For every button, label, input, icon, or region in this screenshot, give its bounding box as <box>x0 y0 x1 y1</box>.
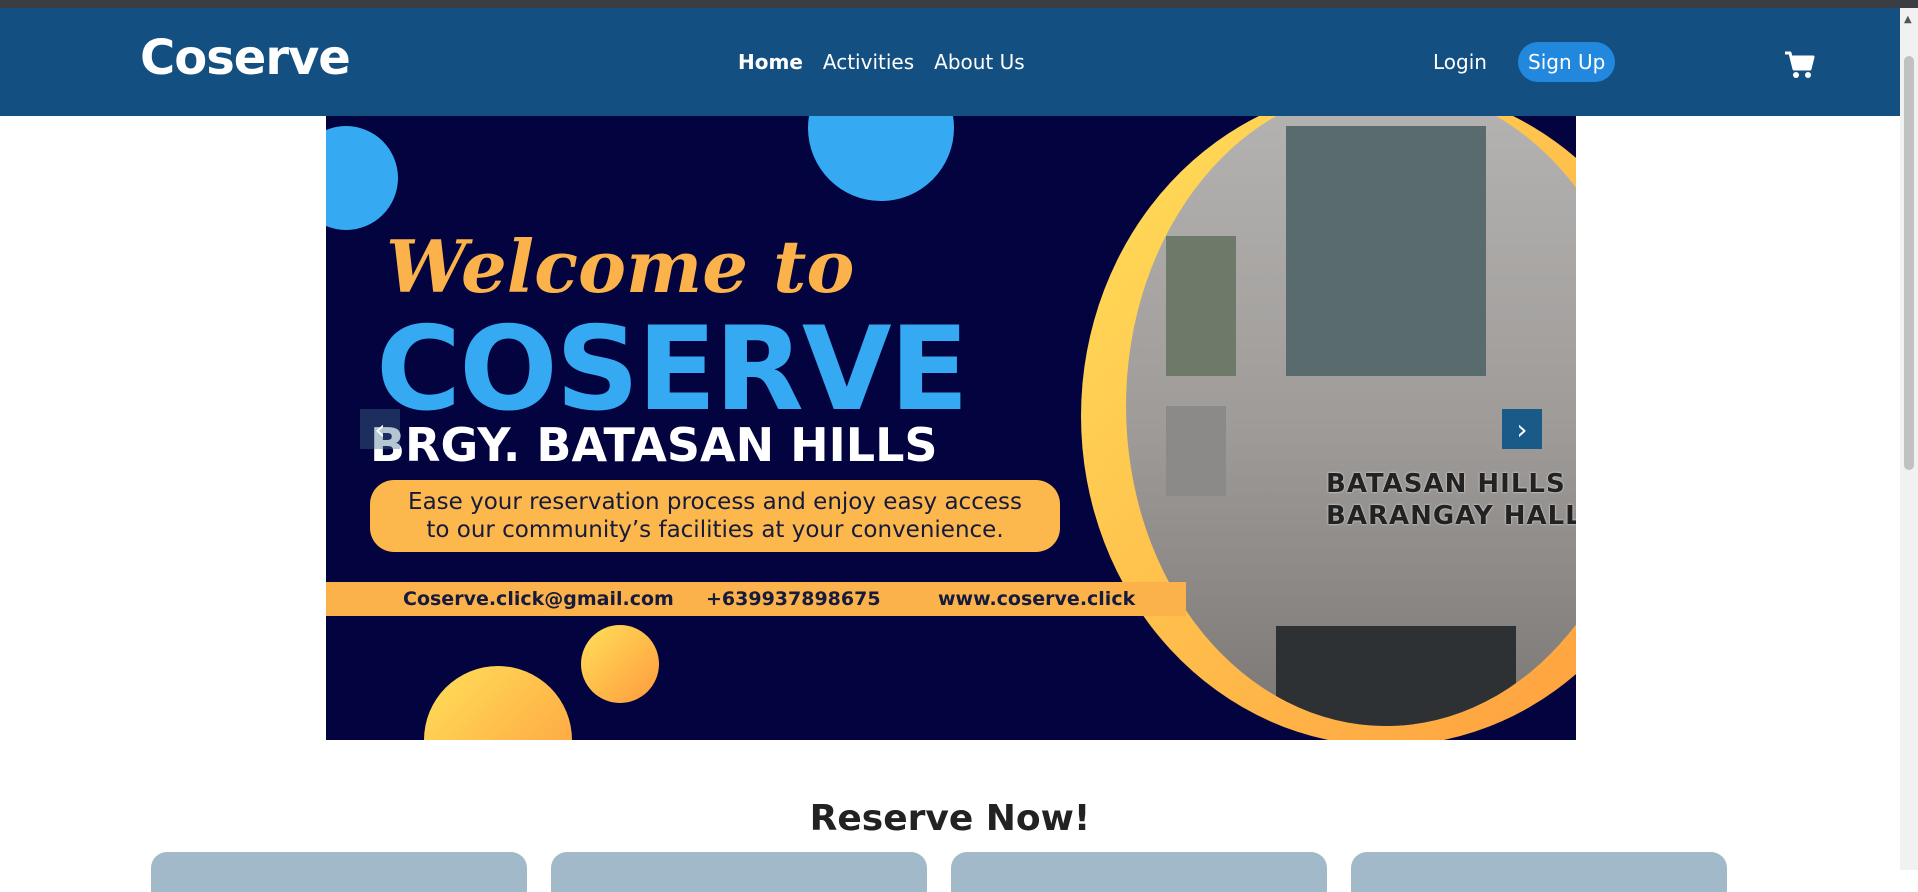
contact-website: www.coserve.click <box>938 588 1136 610</box>
hero-carousel: BATASAN HILLS BARANGAY HALL Welcome to C… <box>326 116 1576 740</box>
chevron-right-icon: › <box>1516 412 1528 446</box>
chevron-left-icon: ‹ <box>374 412 386 446</box>
contact-email: Coserve.click@gmail.com <box>403 588 674 610</box>
main-nav: Home Activities About Us <box>738 50 1025 74</box>
cart-icon[interactable] <box>1784 50 1816 80</box>
hero-title: COSERVE <box>376 302 969 437</box>
decor-circle <box>581 625 659 703</box>
browser-top-strip <box>0 0 1918 8</box>
tagline-line: to our community’s facilities at your co… <box>426 517 1004 543</box>
decor-circle <box>808 116 954 201</box>
tagline-line: Ease your reservation process and enjoy … <box>408 489 1022 515</box>
hero-tagline: Ease your reservation process and enjoy … <box>370 480 1060 552</box>
carousel-next-button[interactable]: › <box>1502 409 1542 449</box>
login-link[interactable]: Login <box>1433 50 1487 74</box>
contact-bar: Coserve.click@gmail.com +639937898675 ww… <box>326 582 1186 616</box>
scrollbar-thumb[interactable] <box>1904 56 1914 470</box>
hall-sign: BATASAN HILLS BARANGAY HALL <box>1326 468 1576 532</box>
facility-card[interactable] <box>551 852 927 892</box>
brand-logo[interactable]: Coserve <box>140 30 351 86</box>
facility-card[interactable] <box>151 852 527 892</box>
hall-sign-line: BARANGAY HALL <box>1326 501 1576 531</box>
decor-circle <box>326 126 398 230</box>
photo-window <box>1166 406 1226 496</box>
scroll-up-arrow-icon[interactable]: ▲ <box>1904 14 1912 25</box>
hero-welcome: Welcome to <box>386 224 855 309</box>
nav-activities[interactable]: Activities <box>823 50 914 74</box>
facility-card[interactable] <box>951 852 1327 892</box>
nav-home[interactable]: Home <box>738 50 803 74</box>
signup-button[interactable]: Sign Up <box>1518 42 1616 82</box>
photo-window <box>1286 126 1486 376</box>
reserve-now-heading: Reserve Now! <box>809 797 1091 839</box>
facility-card[interactable] <box>1351 852 1727 892</box>
hero-subtitle: BRGY. BATASAN HILLS <box>370 418 938 472</box>
navbar: Coserve Home Activities About Us Login S… <box>0 8 1900 116</box>
photo-entrance <box>1276 626 1516 726</box>
nav-about[interactable]: About Us <box>934 50 1025 74</box>
hall-sign-line: BATASAN HILLS <box>1326 469 1566 499</box>
decor-circle <box>424 666 572 740</box>
carousel-prev-button[interactable]: ‹ <box>360 409 400 449</box>
photo-window <box>1166 236 1236 376</box>
contact-phone: +639937898675 <box>706 588 881 610</box>
